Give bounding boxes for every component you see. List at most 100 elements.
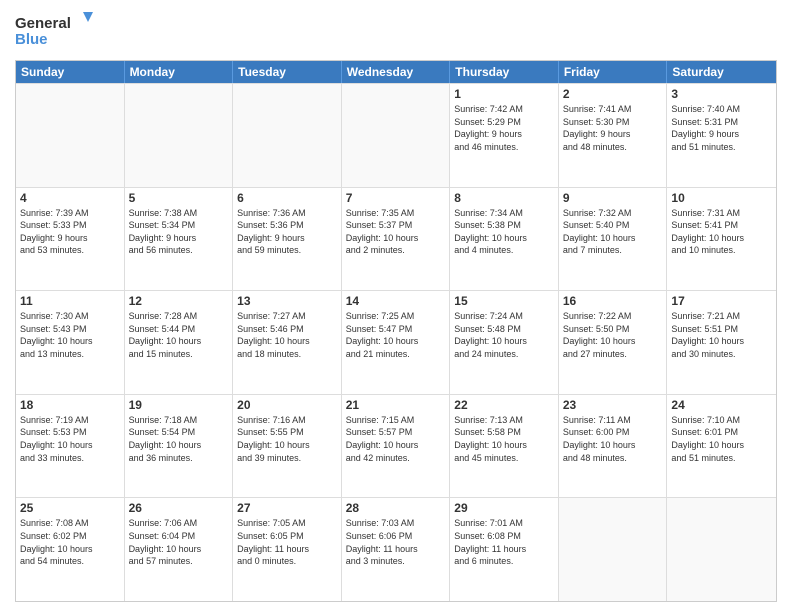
day-number: 5 [129,191,229,205]
day-info: Sunrise: 7:03 AM Sunset: 6:06 PM Dayligh… [346,517,446,567]
day-info: Sunrise: 7:39 AM Sunset: 5:33 PM Dayligh… [20,207,120,257]
day-number: 17 [671,294,772,308]
calendar-cell [233,84,342,187]
header-day-sunday: Sunday [16,61,125,83]
calendar-cell: 28 Sunrise: 7:03 AM Sunset: 6:06 PM Dayli… [342,498,451,601]
day-number: 12 [129,294,229,308]
calendar-cell: 26 Sunrise: 7:06 AM Sunset: 6:04 PM Dayli… [125,498,234,601]
day-number: 1 [454,87,554,101]
calendar-cell: 11Sunrise: 7:30 AM Sunset: 5:43 PM Dayli… [16,291,125,394]
day-number: 8 [454,191,554,205]
calendar-cell: 13 Sunrise: 7:27 AM Sunset: 5:46 PM Dayli… [233,291,342,394]
header: General Blue [15,10,777,54]
day-info: Sunrise: 7:27 AM Sunset: 5:46 PM Dayligh… [237,310,337,360]
header-day-saturday: Saturday [667,61,776,83]
calendar-cell: 5 Sunrise: 7:38 AM Sunset: 5:34 PM Daylig… [125,188,234,291]
day-info: Sunrise: 7:38 AM Sunset: 5:34 PM Dayligh… [129,207,229,257]
day-info: Sunrise: 7:06 AM Sunset: 6:04 PM Dayligh… [129,517,229,567]
calendar-cell: 7 Sunrise: 7:35 AM Sunset: 5:37 PM Daylig… [342,188,451,291]
header-day-friday: Friday [559,61,668,83]
day-number: 29 [454,501,554,515]
calendar-cell: 20Sunrise: 7:16 AM Sunset: 5:55 PM Dayli… [233,395,342,498]
day-info: Sunrise: 7:10 AM Sunset: 6:01 PM Dayligh… [671,414,772,464]
calendar-cell: 29Sunrise: 7:01 AM Sunset: 6:08 PM Dayli… [450,498,559,601]
day-number: 6 [237,191,337,205]
header-day-tuesday: Tuesday [233,61,342,83]
calendar-cell: 22 Sunrise: 7:13 AM Sunset: 5:58 PM Dayli… [450,395,559,498]
day-info: Sunrise: 7:35 AM Sunset: 5:37 PM Dayligh… [346,207,446,257]
calendar-row-4: 25 Sunrise: 7:08 AM Sunset: 6:02 PM Dayli… [16,497,776,601]
day-info: Sunrise: 7:34 AM Sunset: 5:38 PM Dayligh… [454,207,554,257]
calendar-cell: 1 Sunrise: 7:42 AM Sunset: 5:29 PM Daylig… [450,84,559,187]
calendar-cell [559,498,668,601]
calendar-cell: 24 Sunrise: 7:10 AM Sunset: 6:01 PM Dayli… [667,395,776,498]
day-number: 21 [346,398,446,412]
day-info: Sunrise: 7:16 AM Sunset: 5:55 PM Dayligh… [237,414,337,464]
day-number: 4 [20,191,120,205]
day-number: 27 [237,501,337,515]
calendar-cell [667,498,776,601]
day-info: Sunrise: 7:21 AM Sunset: 5:51 PM Dayligh… [671,310,772,360]
day-number: 26 [129,501,229,515]
day-number: 14 [346,294,446,308]
day-number: 25 [20,501,120,515]
day-info: Sunrise: 7:25 AM Sunset: 5:47 PM Dayligh… [346,310,446,360]
day-info: Sunrise: 7:40 AM Sunset: 5:31 PM Dayligh… [671,103,772,153]
calendar-cell [125,84,234,187]
day-number: 15 [454,294,554,308]
calendar-cell [16,84,125,187]
calendar-cell: 15Sunrise: 7:24 AM Sunset: 5:48 PM Dayli… [450,291,559,394]
calendar-cell: 10Sunrise: 7:31 AM Sunset: 5:41 PM Dayli… [667,188,776,291]
calendar-header: SundayMondayTuesdayWednesdayThursdayFrid… [16,61,776,83]
logo: General Blue [15,10,95,54]
calendar-cell [342,84,451,187]
day-info: Sunrise: 7:19 AM Sunset: 5:53 PM Dayligh… [20,414,120,464]
calendar-cell: 2 Sunrise: 7:41 AM Sunset: 5:30 PM Daylig… [559,84,668,187]
calendar-body: 1 Sunrise: 7:42 AM Sunset: 5:29 PM Daylig… [16,83,776,601]
day-info: Sunrise: 7:28 AM Sunset: 5:44 PM Dayligh… [129,310,229,360]
day-number: 11 [20,294,120,308]
logo-svg: General Blue [15,10,95,54]
day-info: Sunrise: 7:36 AM Sunset: 5:36 PM Dayligh… [237,207,337,257]
day-number: 24 [671,398,772,412]
calendar-cell: 17 Sunrise: 7:21 AM Sunset: 5:51 PM Dayli… [667,291,776,394]
day-info: Sunrise: 7:22 AM Sunset: 5:50 PM Dayligh… [563,310,663,360]
day-number: 23 [563,398,663,412]
day-number: 3 [671,87,772,101]
day-info: Sunrise: 7:05 AM Sunset: 6:05 PM Dayligh… [237,517,337,567]
svg-text:General: General [15,15,71,32]
header-day-monday: Monday [125,61,234,83]
day-info: Sunrise: 7:31 AM Sunset: 5:41 PM Dayligh… [671,207,772,257]
calendar-cell: 9Sunrise: 7:32 AM Sunset: 5:40 PM Daylig… [559,188,668,291]
day-info: Sunrise: 7:41 AM Sunset: 5:30 PM Dayligh… [563,103,663,153]
calendar-row-0: 1 Sunrise: 7:42 AM Sunset: 5:29 PM Daylig… [16,83,776,187]
calendar: SundayMondayTuesdayWednesdayThursdayFrid… [15,60,777,602]
day-number: 28 [346,501,446,515]
day-number: 9 [563,191,663,205]
calendar-cell: 19 Sunrise: 7:18 AM Sunset: 5:54 PM Dayli… [125,395,234,498]
day-info: Sunrise: 7:08 AM Sunset: 6:02 PM Dayligh… [20,517,120,567]
day-number: 18 [20,398,120,412]
day-number: 13 [237,294,337,308]
day-number: 2 [563,87,663,101]
day-number: 7 [346,191,446,205]
calendar-row-2: 11Sunrise: 7:30 AM Sunset: 5:43 PM Dayli… [16,290,776,394]
day-info: Sunrise: 7:13 AM Sunset: 5:58 PM Dayligh… [454,414,554,464]
day-info: Sunrise: 7:42 AM Sunset: 5:29 PM Dayligh… [454,103,554,153]
calendar-cell: 8 Sunrise: 7:34 AM Sunset: 5:38 PM Daylig… [450,188,559,291]
calendar-row-3: 18 Sunrise: 7:19 AM Sunset: 5:53 PM Dayli… [16,394,776,498]
day-number: 16 [563,294,663,308]
calendar-row-1: 4 Sunrise: 7:39 AM Sunset: 5:33 PM Daylig… [16,187,776,291]
day-info: Sunrise: 7:11 AM Sunset: 6:00 PM Dayligh… [563,414,663,464]
calendar-cell: 12 Sunrise: 7:28 AM Sunset: 5:44 PM Dayli… [125,291,234,394]
calendar-cell: 6 Sunrise: 7:36 AM Sunset: 5:36 PM Daylig… [233,188,342,291]
day-info: Sunrise: 7:15 AM Sunset: 5:57 PM Dayligh… [346,414,446,464]
calendar-cell: 4 Sunrise: 7:39 AM Sunset: 5:33 PM Daylig… [16,188,125,291]
day-info: Sunrise: 7:18 AM Sunset: 5:54 PM Dayligh… [129,414,229,464]
day-number: 22 [454,398,554,412]
page: General Blue SundayMondayTuesdayWednesda… [0,0,792,612]
calendar-cell: 23 Sunrise: 7:11 AM Sunset: 6:00 PM Dayli… [559,395,668,498]
day-number: 19 [129,398,229,412]
svg-text:Blue: Blue [15,31,48,48]
calendar-cell: 16 Sunrise: 7:22 AM Sunset: 5:50 PM Dayli… [559,291,668,394]
